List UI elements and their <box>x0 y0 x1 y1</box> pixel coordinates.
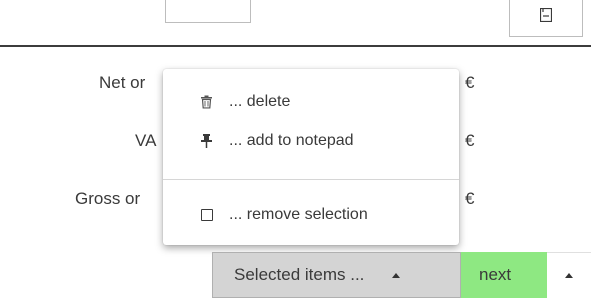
menu-item-delete[interactable]: ... delete <box>163 85 459 119</box>
vat-amount-label: VA <box>135 131 157 150</box>
caret-up-icon <box>565 273 573 278</box>
trash-icon <box>201 95 212 109</box>
save-button[interactable] <box>509 0 583 37</box>
vat-currency: € <box>465 131 475 150</box>
next-button[interactable]: next <box>461 252 547 298</box>
checkbox-icon <box>201 209 213 221</box>
top-field[interactable] <box>165 0 251 23</box>
pin-icon <box>201 134 212 148</box>
selection-context-menu: ... delete ... add to notepad ... remove… <box>163 69 459 245</box>
gross-amount-label: Gross or <box>75 189 141 208</box>
net-currency: € <box>465 73 475 92</box>
menu-item-remove-selection[interactable]: ... remove selection <box>163 198 459 232</box>
menu-divider <box>163 179 459 180</box>
menu-item-label: ... add to notepad <box>229 132 354 149</box>
gross-currency: € <box>465 189 475 208</box>
save-icon <box>540 8 552 22</box>
menu-item-label: ... delete <box>229 93 291 110</box>
selected-items-button[interactable]: Selected items ... <box>212 252 461 298</box>
next-label: next <box>479 265 512 284</box>
menu-item-add-to-notepad[interactable]: ... add to notepad <box>163 124 459 158</box>
net-amount-label: Net or <box>99 73 146 92</box>
next-dropdown-toggle[interactable] <box>547 252 591 298</box>
menu-item-label: ... remove selection <box>229 206 368 223</box>
selected-items-label: Selected items ... <box>234 265 365 284</box>
caret-up-icon <box>392 273 400 278</box>
top-toolbar <box>0 0 591 47</box>
